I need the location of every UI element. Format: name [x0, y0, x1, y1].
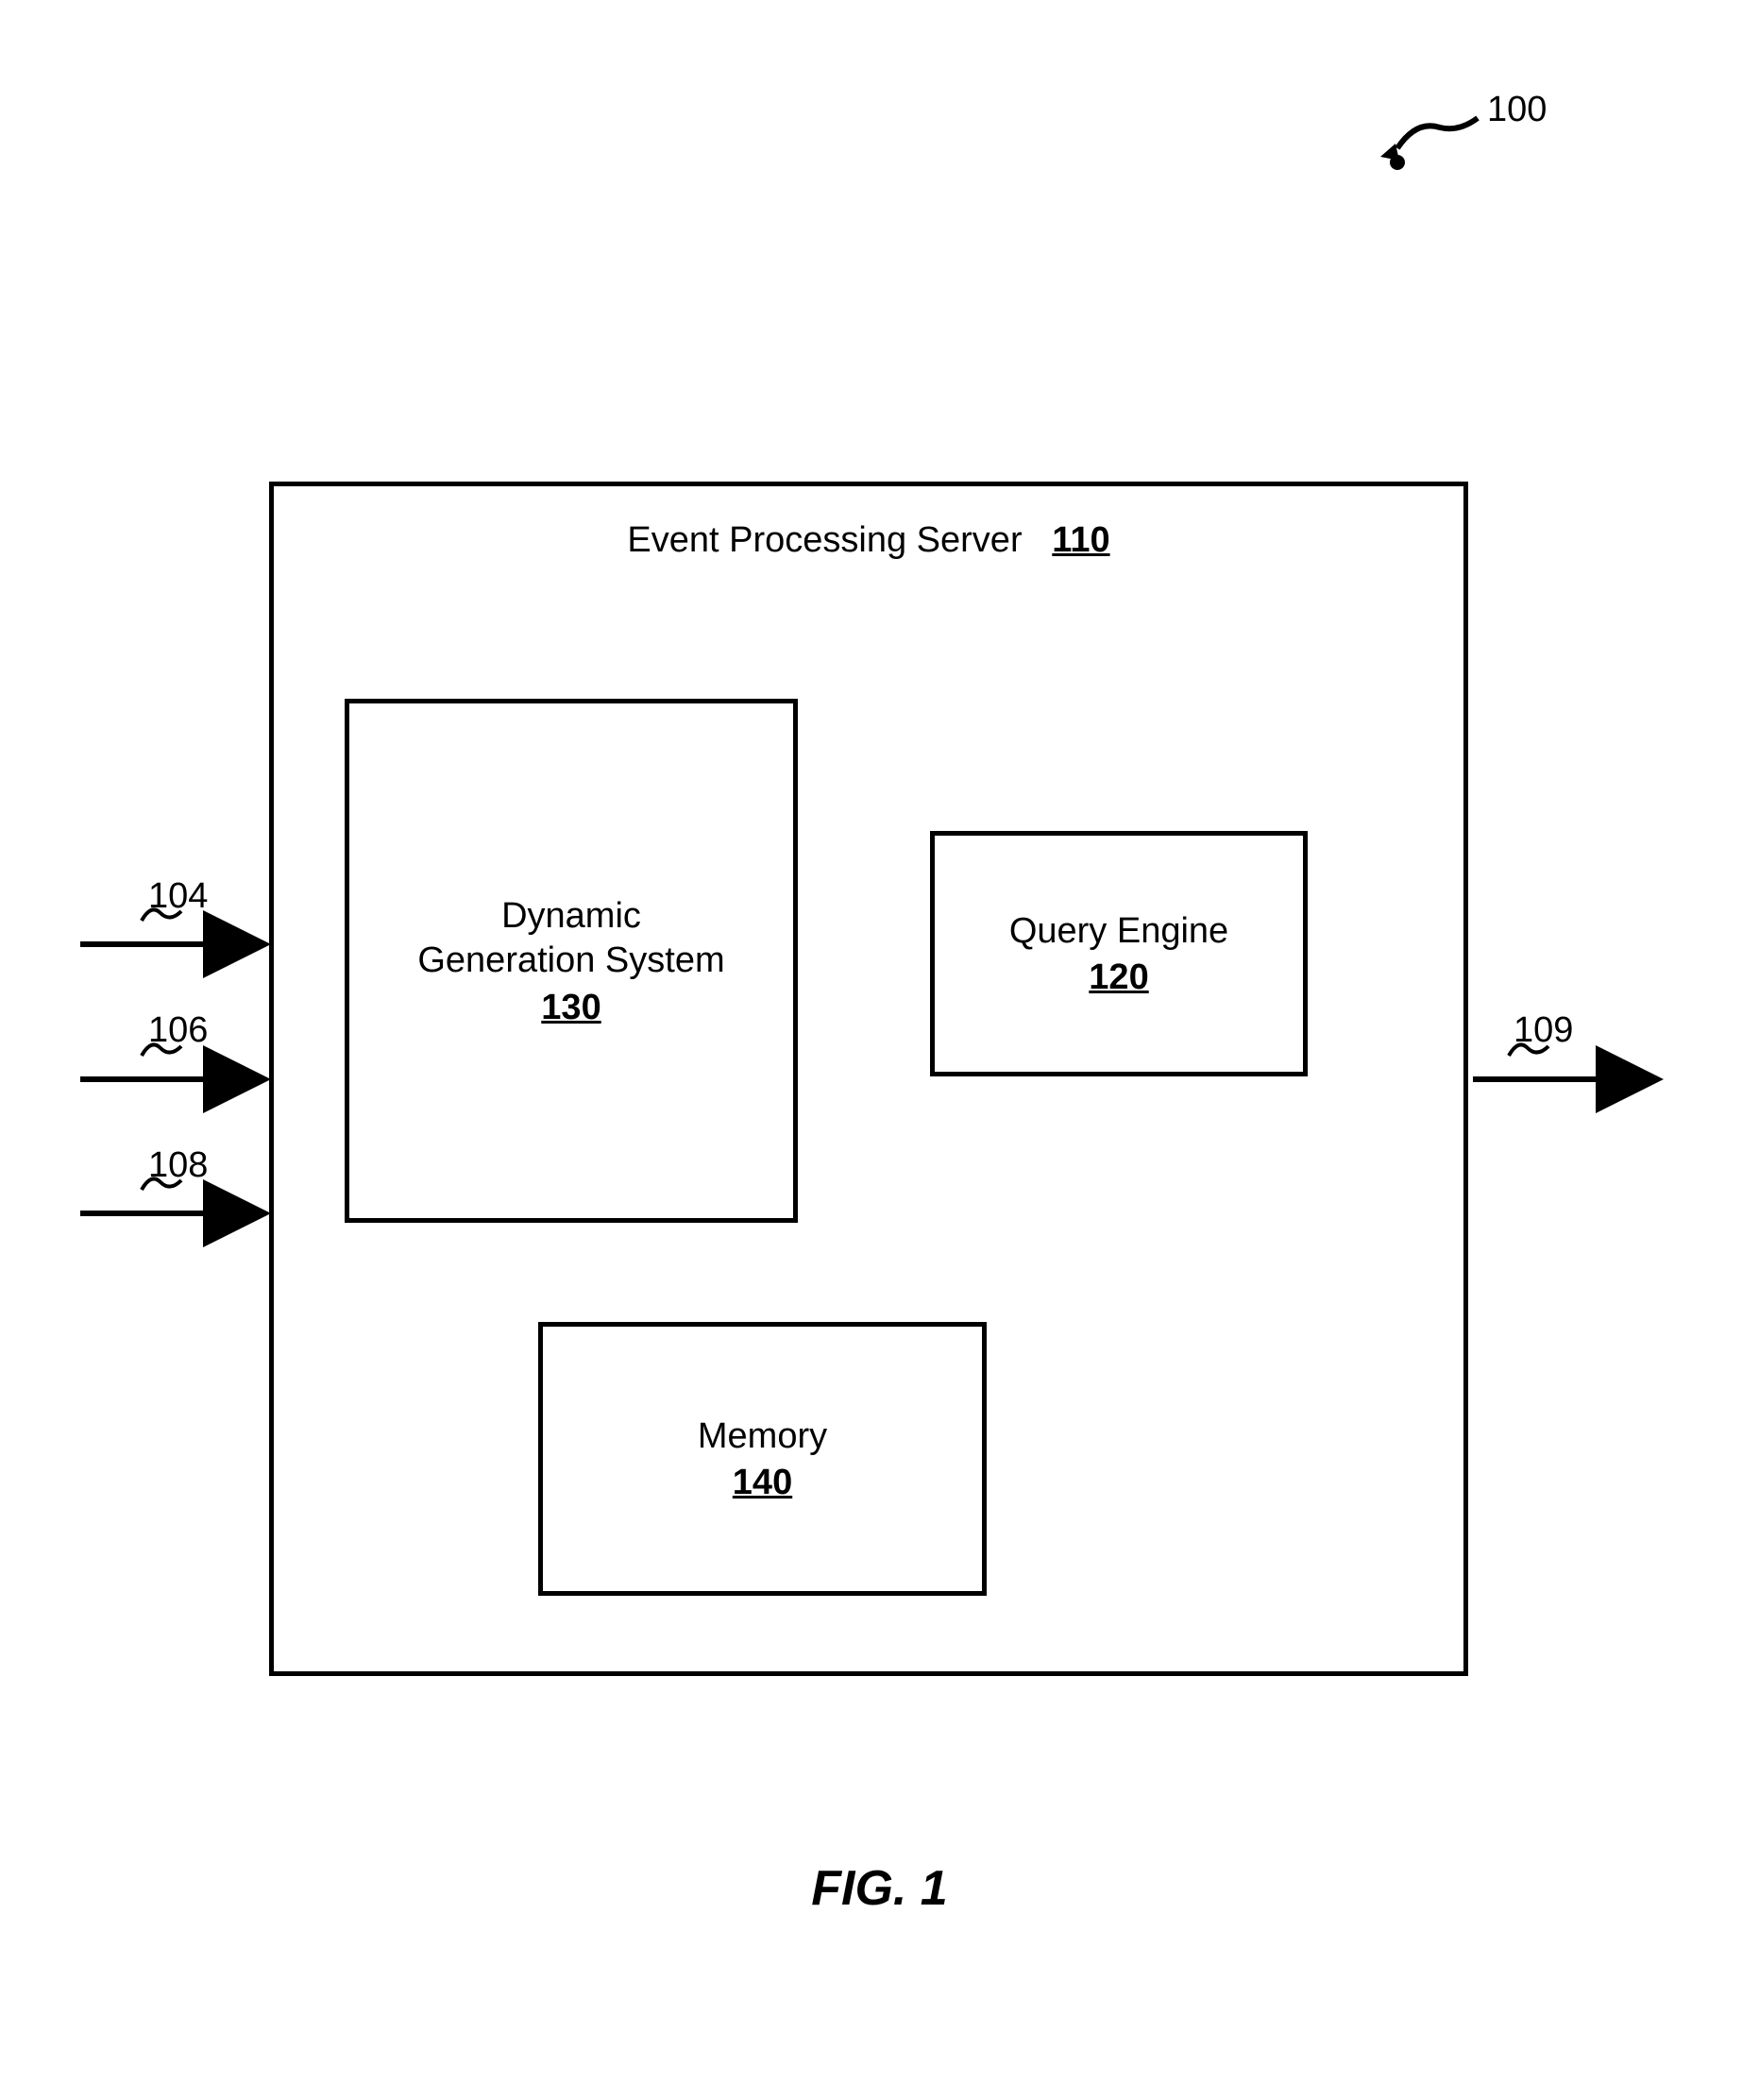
ref-100: 100 [1487, 90, 1547, 130]
query-ref: 120 [1089, 957, 1148, 998]
figure-ref-arrow [1380, 118, 1478, 170]
dynamic-ref: 130 [541, 988, 600, 1028]
memory-line1: Memory [698, 1414, 827, 1460]
server-ref: 110 [1052, 520, 1109, 560]
query-line1: Query Engine [1009, 909, 1228, 955]
dynamic-generation-box: Dynamic Generation System 130 [345, 699, 798, 1223]
server-title-row: Event Processing Server 110 [274, 520, 1463, 561]
figure-caption: FIG. 1 [0, 1860, 1759, 1917]
memory-ref: 140 [733, 1463, 792, 1503]
memory-box: Memory 140 [538, 1322, 987, 1596]
server-title: Event Processing Server [627, 520, 1022, 560]
query-engine-box: Query Engine 120 [930, 831, 1308, 1076]
ref-106: 106 [148, 1010, 208, 1051]
ref-109: 109 [1514, 1010, 1573, 1051]
ref-108: 108 [148, 1145, 208, 1186]
dynamic-line2: Generation System [417, 939, 724, 984]
ref-104: 104 [148, 876, 208, 917]
dynamic-line1: Dynamic [501, 894, 641, 940]
diagram-canvas: Event Processing Server 110 Dynamic Gene… [0, 0, 1759, 2100]
